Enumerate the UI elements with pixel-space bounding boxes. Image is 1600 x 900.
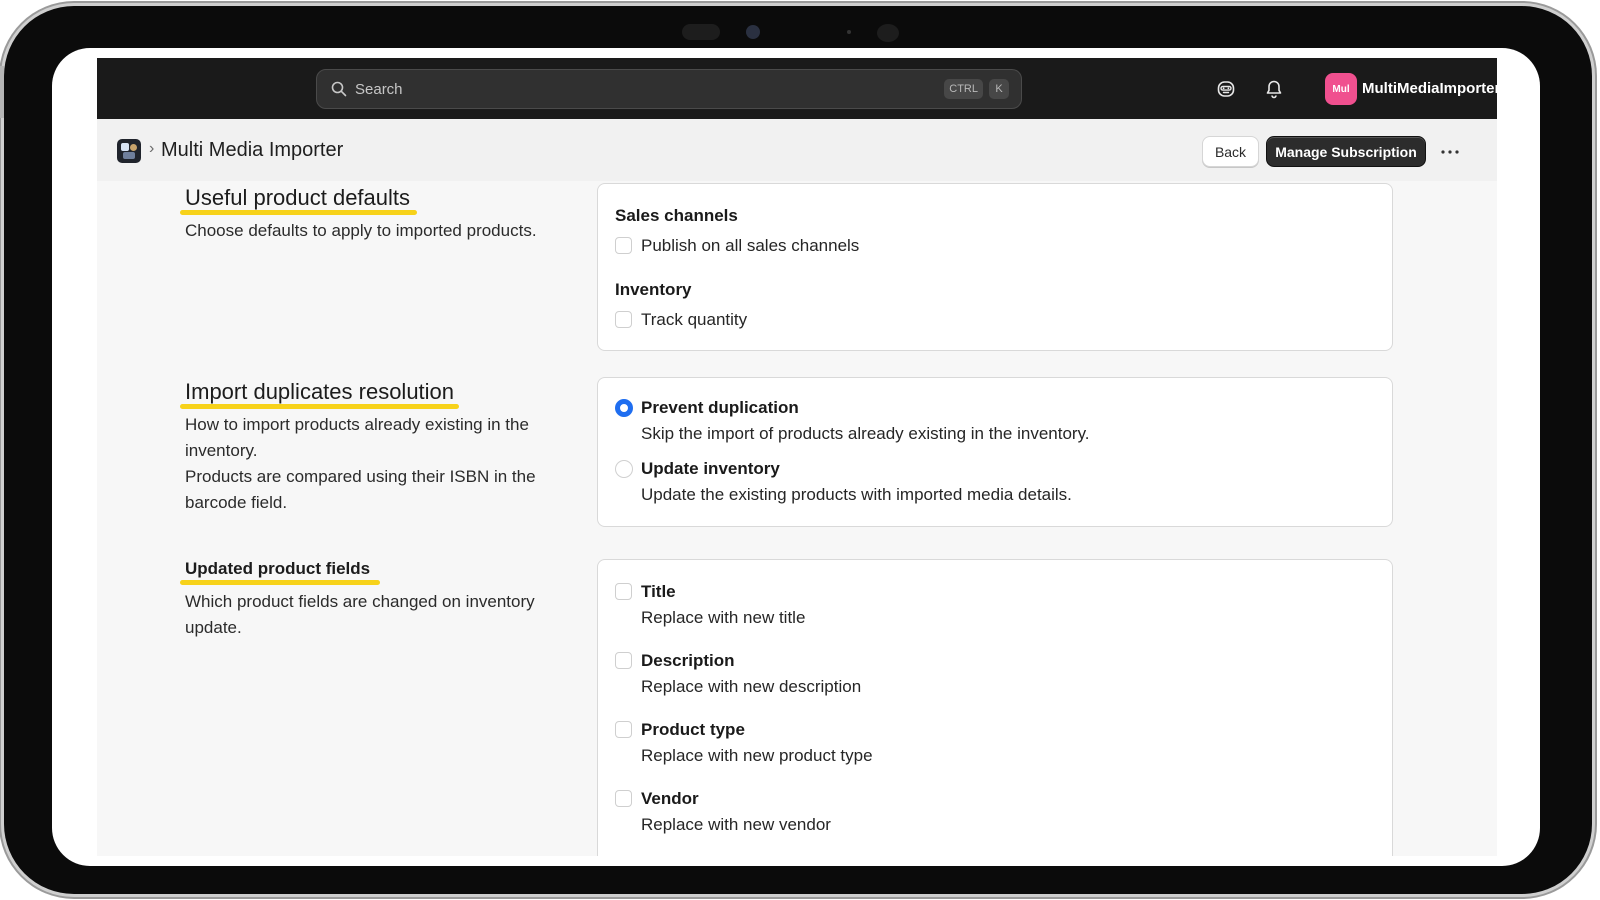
bezel-mark	[0, 66, 4, 118]
publish-checkbox[interactable]	[615, 237, 632, 254]
avatar[interactable]: Mul	[1325, 73, 1357, 105]
app-window: Search CTRL K Mul MultiMediaImporter › M…	[97, 58, 1497, 856]
duplicates-card: Prevent duplication Skip the import of p…	[597, 377, 1393, 527]
field-product-type-help: Replace with new product type	[641, 746, 873, 765]
publish-label[interactable]: Publish on all sales channels	[641, 236, 859, 256]
search-icon	[331, 81, 347, 97]
settings-content: Useful product defaults Choose defaults …	[97, 181, 1497, 856]
manage-subscription-button[interactable]: Manage Subscription	[1266, 136, 1426, 167]
field-product-type-checkbox[interactable]	[615, 721, 632, 738]
tablet-frame: Search CTRL K Mul MultiMediaImporter › M…	[0, 6, 1592, 894]
prevent-duplication-radio[interactable]	[615, 399, 633, 417]
back-button[interactable]: Back	[1202, 136, 1259, 167]
track-quantity-checkbox[interactable]	[615, 311, 632, 328]
update-inventory-radio[interactable]	[615, 460, 633, 478]
field-description-help: Replace with new description	[641, 677, 862, 696]
bell-icon[interactable]	[1262, 77, 1286, 101]
field-vendor-checkbox[interactable]	[615, 790, 632, 807]
title-bar: › Multi Media Importer Back Manage Subsc…	[97, 119, 1497, 181]
sales-channels-label: Sales channels	[615, 206, 738, 225]
top-bar: Search CTRL K Mul MultiMediaImporter	[97, 58, 1497, 119]
section-desc-defaults: Choose defaults to apply to imported pro…	[185, 221, 537, 240]
camera-lens	[746, 25, 760, 39]
track-quantity-label[interactable]: Track quantity	[641, 310, 747, 330]
sensor-pill	[682, 24, 720, 40]
sidekick-icon[interactable]	[1214, 77, 1238, 101]
page-title: Multi Media Importer	[161, 139, 344, 161]
fields-card: Title Replace with new title Description…	[597, 559, 1393, 856]
prevent-duplication-help: Skip the import of products already exis…	[641, 424, 1090, 443]
field-description-label[interactable]: Description	[641, 651, 735, 671]
defaults-card: Sales channels Publish on all sales chan…	[597, 183, 1393, 351]
sensor-dot	[847, 30, 851, 34]
heading-highlight	[180, 404, 459, 409]
heading-highlight	[180, 580, 380, 585]
search-input[interactable]: Search CTRL K	[316, 69, 1022, 109]
breadcrumb-chevron-icon: ›	[149, 140, 155, 157]
section-heading-defaults: Useful product defaults	[185, 185, 411, 210]
section-heading-duplicates: Import duplicates resolution	[185, 379, 455, 404]
update-inventory-label[interactable]: Update inventory	[641, 459, 780, 479]
field-product-type-label[interactable]: Product type	[641, 720, 745, 740]
camera-bar	[4, 14, 1592, 42]
shortcut-ctrl-key: CTRL	[944, 79, 983, 99]
search-placeholder: Search	[355, 80, 403, 98]
section-desc-duplicates-2: Products are compared using their ISBN i…	[185, 467, 536, 512]
inventory-label: Inventory	[615, 280, 692, 299]
update-inventory-help: Update the existing products with import…	[641, 485, 1072, 504]
more-actions-icon[interactable]	[1437, 139, 1463, 165]
sensor-right	[877, 24, 899, 42]
field-title-label[interactable]: Title	[641, 582, 676, 602]
heading-highlight	[180, 210, 417, 215]
section-desc-duplicates-1: How to import products already existing …	[185, 415, 529, 460]
section-desc-fields: Which product fields are changed on inve…	[185, 592, 535, 637]
field-description-checkbox[interactable]	[615, 652, 632, 669]
field-vendor-help: Replace with new vendor	[641, 815, 831, 834]
field-vendor-label[interactable]: Vendor	[641, 789, 699, 809]
section-heading-fields: Updated product fields	[185, 559, 371, 578]
shortcut-k-key: K	[989, 79, 1009, 99]
store-name[interactable]: MultiMediaImporter	[1362, 80, 1497, 97]
field-title-checkbox[interactable]	[615, 583, 632, 600]
field-title-help: Replace with new title	[641, 608, 806, 627]
screen: Search CTRL K Mul MultiMediaImporter › M…	[52, 48, 1540, 866]
prevent-duplication-label[interactable]: Prevent duplication	[641, 398, 799, 418]
app-logo-icon[interactable]	[117, 139, 141, 163]
